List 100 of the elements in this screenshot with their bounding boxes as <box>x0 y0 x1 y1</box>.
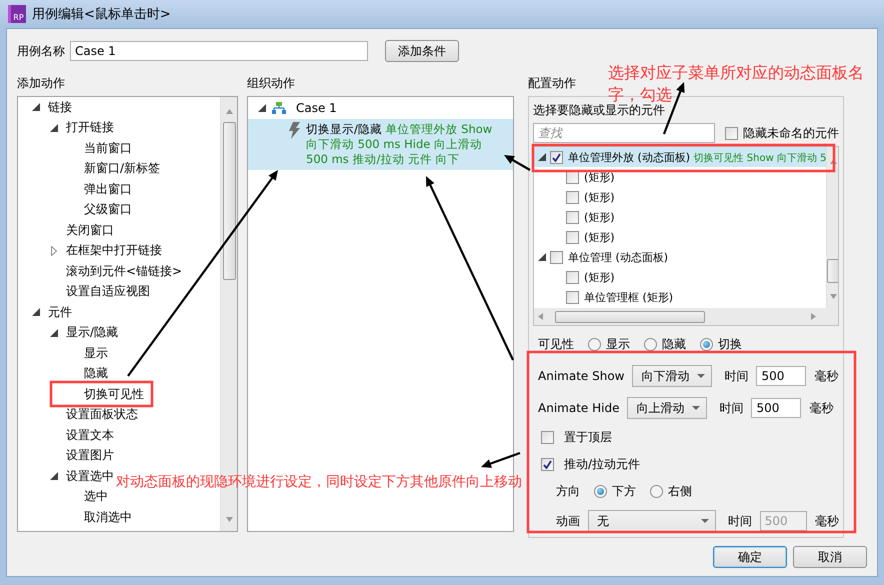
widget-label: (矩形) <box>584 210 615 224</box>
checkbox[interactable] <box>541 431 554 444</box>
scrollbar-thumb[interactable] <box>827 259 838 283</box>
input-field[interactable]: 500 <box>756 366 806 386</box>
search-field[interactable]: 查找 <box>533 123 715 143</box>
radio-button[interactable] <box>644 338 657 351</box>
action-item[interactable]: 关闭窗口 <box>66 222 114 239</box>
action-item[interactable]: 设置图片 <box>66 447 114 464</box>
section-title: 添加动作 <box>17 76 66 90</box>
case-label[interactable]: Case 1 <box>296 101 337 115</box>
expanded-triangle-icon[interactable] <box>32 103 40 112</box>
scrollbar-thumb[interactable] <box>222 122 236 280</box>
action-item[interactable]: 链接 <box>48 98 72 116</box>
action-item[interactable]: 设置自适应视图 <box>66 283 150 300</box>
action-item[interactable]: 设置选中 <box>66 468 114 485</box>
radio-option[interactable]: 右侧 <box>650 483 692 500</box>
widget-row[interactable]: (矩形) <box>534 227 826 247</box>
field-label: 可见性 <box>538 336 574 353</box>
field-label: 方向 <box>556 483 580 500</box>
action-item[interactable]: 切换可见性 <box>84 386 144 403</box>
scroll-up-icon[interactable] <box>830 159 838 164</box>
action-item[interactable]: 隐藏 <box>84 365 108 382</box>
action-row[interactable]: 切换显示/隐藏 单位管理外放 Show 向下滑动 500 ms Hide 向上滑动 500 ms 推动/拉动 元件 向下 <box>248 119 513 170</box>
scroll-up-icon[interactable] <box>226 109 232 114</box>
input-field[interactable]: Case 1 <box>70 41 368 61</box>
checkbox[interactable] <box>550 150 563 164</box>
checkbox[interactable] <box>566 210 579 224</box>
scroll-down-icon[interactable] <box>830 294 838 299</box>
widget-row[interactable]: (矩形) <box>534 187 826 207</box>
action-item[interactable]: 设置文本 <box>66 426 114 444</box>
checkbox[interactable] <box>541 458 554 471</box>
checkbox-option[interactable]: 隐藏未命名的元件 <box>725 124 839 142</box>
field-label: 时间 <box>728 512 752 530</box>
expanded-triangle-icon[interactable] <box>50 124 58 132</box>
widget-label: (矩形) <box>584 270 615 284</box>
radio-button[interactable] <box>650 485 663 498</box>
expanded-triangle-icon[interactable] <box>538 253 546 261</box>
dropdown[interactable]: 向下滑动 <box>632 365 712 387</box>
expanded-triangle-icon[interactable] <box>538 153 546 161</box>
annotation-text: 对动态面板的现隐环境进行设定，同时设定下方其他原件向上移动 <box>116 473 523 492</box>
caret-icon <box>697 374 706 378</box>
widget-row[interactable]: 单位管理框 (矩形) <box>534 287 826 307</box>
action-item[interactable]: 显示/隐藏 <box>66 324 118 342</box>
checkbox-option[interactable]: 置于顶层 <box>538 429 839 446</box>
action-item[interactable]: 新窗口/新标签 <box>84 160 160 178</box>
action-item[interactable]: 弹出窗口 <box>84 180 132 198</box>
widget-row[interactable]: 单位管理外放 (动态面板) 切换可见性 Show 向下滑动 5 <box>534 147 826 167</box>
dialog-button[interactable]: 确定 <box>713 546 787 568</box>
action-item[interactable]: 元件 <box>48 304 72 321</box>
input-field[interactable]: 500 <box>751 398 802 418</box>
action-item[interactable]: 在框架中打开链接 <box>66 242 162 260</box>
expanded-triangle-icon[interactable] <box>258 104 266 112</box>
checkbox[interactable] <box>566 190 579 204</box>
dialog-button[interactable]: 取消 <box>793 546 867 568</box>
field-label: 用例名称 <box>17 42 65 60</box>
action-item[interactable]: 滚动到元件<锚链接> <box>66 262 182 280</box>
checkbox[interactable] <box>566 290 579 304</box>
scrollbar[interactable] <box>826 147 838 308</box>
widget-row[interactable]: (矩形) <box>534 267 826 287</box>
radio-button[interactable] <box>594 485 607 498</box>
radio-option[interactable]: 切换 <box>700 336 742 353</box>
action-item[interactable]: 选中 <box>84 488 108 506</box>
checkbox[interactable] <box>550 250 563 264</box>
field-label: 时间 <box>724 368 748 384</box>
radio-option[interactable]: 显示 <box>588 336 630 353</box>
action-item[interactable]: 显示 <box>84 344 108 362</box>
widget-row[interactable]: 单位管理 (动态面板) <box>534 247 826 267</box>
field-label: 动画 <box>556 512 580 530</box>
dropdown[interactable]: 无 <box>588 510 716 532</box>
widget-row[interactable]: (矩形) <box>534 207 826 227</box>
widget-label: (矩形) <box>584 230 615 244</box>
action-item[interactable]: 当前窗口 <box>84 140 132 157</box>
dropdown[interactable]: 向上滑动 <box>627 397 708 419</box>
radio-button[interactable] <box>700 338 713 351</box>
scrollbar[interactable] <box>534 308 838 325</box>
radio-option[interactable]: 隐藏 <box>644 336 686 353</box>
action-item[interactable]: 设置面板状态 <box>66 406 138 424</box>
scroll-right-icon[interactable] <box>811 313 816 320</box>
section-title: 组织动作 <box>247 76 296 90</box>
scroll-down-icon[interactable] <box>226 517 232 522</box>
annotation-arrow <box>504 155 531 171</box>
expanded-triangle-icon[interactable] <box>50 328 58 337</box>
action-item[interactable]: 父级窗口 <box>84 201 132 218</box>
action-item[interactable]: 取消选中 <box>84 508 132 526</box>
checkbox[interactable] <box>725 126 738 140</box>
field-label: Animate Hide <box>538 401 620 415</box>
radio-button[interactable] <box>588 338 601 351</box>
expanded-triangle-icon[interactable] <box>50 472 58 480</box>
add-condition-button[interactable]: 添加条件 <box>385 40 459 62</box>
action-item[interactable]: 打开链接 <box>66 119 114 136</box>
checkbox[interactable] <box>566 270 579 284</box>
expanded-triangle-icon[interactable] <box>32 308 40 316</box>
checkbox[interactable] <box>566 230 579 244</box>
widget-row[interactable]: (矩形) <box>534 167 826 187</box>
collapsed-triangle-icon[interactable] <box>51 246 57 256</box>
checkbox-option[interactable]: 推动/拉动元件 <box>538 456 839 473</box>
radio-option[interactable]: 下方 <box>594 483 636 500</box>
scroll-left-icon[interactable] <box>538 313 543 320</box>
widget-label: 单位管理框 (矩形) <box>584 290 674 304</box>
scrollbar-thumb[interactable] <box>555 310 705 322</box>
